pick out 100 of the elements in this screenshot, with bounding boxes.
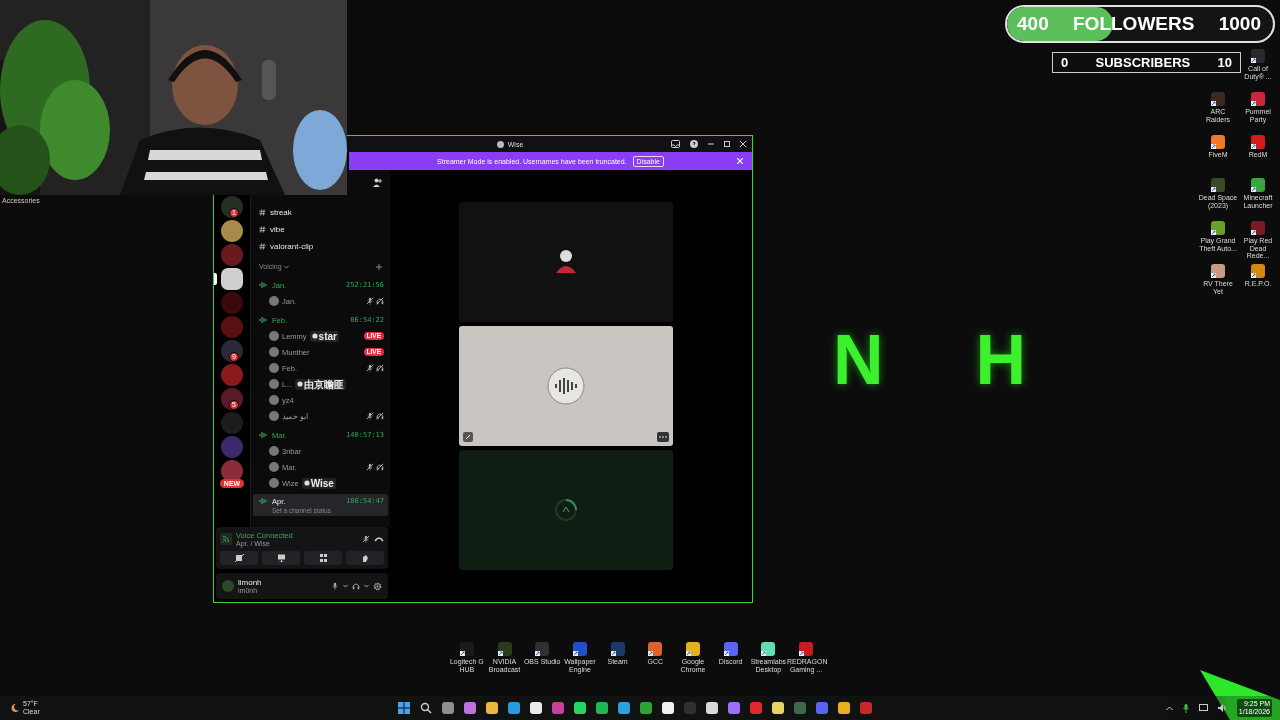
app-icon [1210, 177, 1226, 193]
server-icon[interactable] [221, 460, 243, 482]
server-icon[interactable] [221, 268, 243, 290]
goal-target: 10 [1217, 55, 1232, 70]
inbox-icon[interactable] [671, 140, 680, 148]
server-icon[interactable] [221, 220, 243, 242]
muted-mic-icon [366, 364, 374, 372]
taskbar-app-icon[interactable] [574, 702, 586, 714]
search-icon[interactable] [420, 702, 432, 714]
avatar-icon [269, 296, 279, 306]
activities-button[interactable] [304, 551, 342, 565]
text-channel[interactable]: streak [251, 204, 390, 221]
pin-icon[interactable] [463, 432, 473, 442]
app-icon [1210, 91, 1226, 107]
deafened-headset-icon [376, 364, 384, 372]
camera-button[interactable] [220, 551, 258, 565]
grid-icon [318, 554, 328, 562]
caret-icon[interactable] [343, 584, 348, 588]
tag-icon [303, 480, 310, 486]
channel-name: valorant-clip [270, 242, 314, 251]
deafened-headset-icon [376, 412, 384, 420]
camera-off-icon [234, 554, 244, 562]
channel-name: streak [270, 208, 292, 217]
taskbar-app-icon[interactable] [662, 702, 674, 714]
app-icon [722, 641, 739, 657]
more-button[interactable] [657, 432, 669, 442]
screen-share-button[interactable] [262, 551, 300, 565]
microphone-icon [331, 582, 339, 590]
add-icon[interactable] [376, 263, 382, 270]
logo-icon [546, 366, 586, 406]
settings-icon[interactable] [373, 581, 382, 591]
video-tile[interactable] [459, 326, 673, 446]
signal-icon [220, 533, 232, 545]
taskbar-app-icon[interactable] [530, 702, 542, 714]
app-icon [1250, 220, 1266, 236]
taskbar-app-icon[interactable] [706, 702, 718, 714]
minimize-icon[interactable] [708, 141, 714, 147]
noise-off-icon [362, 535, 370, 543]
app-icon [1250, 263, 1266, 279]
volume-icon[interactable] [1217, 704, 1227, 712]
neon-letter: H [975, 322, 1027, 398]
video-tile[interactable] [459, 450, 673, 570]
caret-icon[interactable] [1165, 705, 1173, 711]
taskbar-app-icon[interactable] [508, 702, 520, 714]
text-channel[interactable]: valorant-clip [251, 238, 390, 255]
chevron-icon[interactable] [283, 264, 289, 269]
goal-target: 1000 [1218, 13, 1261, 35]
goal-label: SUBSCRIBERS [1095, 55, 1191, 70]
neon-letter: N [833, 322, 884, 398]
close-icon[interactable] [740, 141, 746, 147]
user-name: limonh [238, 578, 263, 587]
taskbar-app-icon[interactable] [464, 702, 476, 714]
taskbar-app-icon[interactable] [442, 702, 454, 714]
app-icon [684, 641, 701, 657]
microphone-icon[interactable] [1182, 703, 1189, 713]
app-icon [1250, 177, 1266, 193]
app-icon [496, 641, 513, 657]
network-icon[interactable] [1198, 704, 1208, 712]
add-friend-icon[interactable] [373, 178, 382, 187]
caret-icon[interactable] [364, 584, 369, 588]
server-tag: star [309, 330, 339, 342]
hand-icon [360, 554, 370, 562]
taskbar-app-icon[interactable] [618, 702, 630, 714]
app-icon [647, 641, 664, 657]
hang-up-icon[interactable] [374, 536, 384, 542]
deafened-headset-icon [376, 463, 384, 471]
app-icon [760, 641, 777, 657]
deafened-headset-icon [376, 297, 384, 305]
app-icon [1210, 263, 1226, 279]
app-icon [1210, 134, 1226, 150]
app-icon [1250, 134, 1266, 150]
tag-icon [311, 333, 318, 339]
app-icon [1210, 220, 1226, 236]
hash-icon [259, 226, 266, 233]
app-icon [1250, 48, 1266, 64]
server-icon [496, 140, 504, 148]
channel-name: vibe [270, 225, 285, 234]
spinner-icon [554, 498, 578, 522]
app-icon [458, 641, 475, 657]
taskbar-app-icon[interactable] [838, 702, 850, 714]
weather-icon[interactable] [10, 703, 20, 713]
start-icon[interactable] [398, 702, 410, 714]
maximize-icon[interactable] [724, 141, 730, 147]
taskbar-app-icon[interactable] [596, 702, 608, 714]
app-icon [1250, 91, 1266, 107]
tag-icon [297, 381, 304, 387]
muted-mic-icon [366, 297, 374, 305]
taskbar-app-icon[interactable] [772, 702, 784, 714]
video-tile[interactable] [459, 202, 673, 322]
help-icon[interactable] [690, 140, 698, 148]
hash-icon [259, 243, 266, 250]
follower-count: 400 [1017, 13, 1049, 35]
app-icon [534, 641, 551, 657]
app-icon [571, 641, 588, 657]
monitor-icon [276, 554, 286, 562]
app-icon [798, 641, 815, 657]
text-channel[interactable]: vibe [251, 221, 390, 238]
hash-icon [259, 209, 266, 216]
taskbar-app-icon[interactable] [486, 702, 498, 714]
soundboard-button[interactable] [346, 551, 384, 565]
